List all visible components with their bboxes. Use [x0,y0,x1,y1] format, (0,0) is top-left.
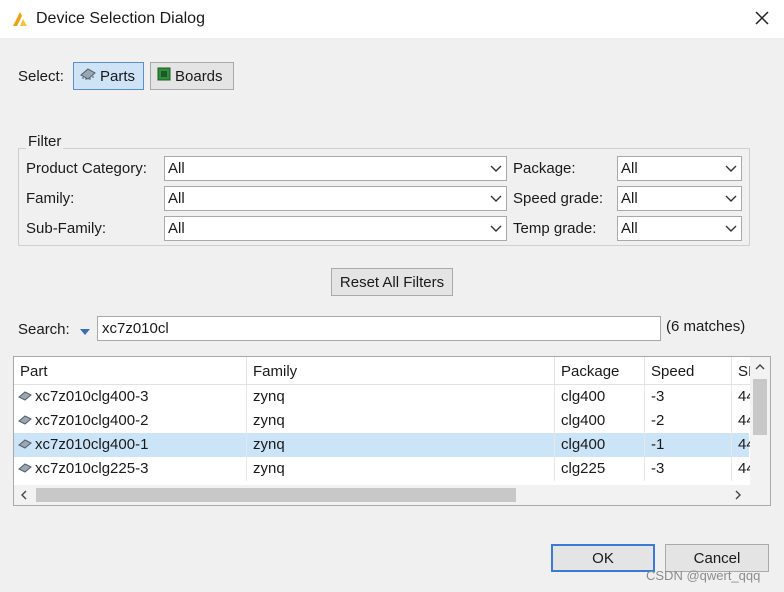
family-value: All [168,190,185,207]
speed-grade-label: Speed grade: [513,190,604,207]
chip-icon [18,461,32,473]
column-header-speed[interactable]: Speed [645,357,732,385]
search-options-dropdown-icon[interactable] [79,324,91,335]
parts-label: Parts [100,67,136,85]
family-cell: zynq [247,409,555,433]
close-icon[interactable] [748,4,776,32]
si-cell: 44 [738,412,750,429]
select-label: Select: [18,68,64,85]
table-row[interactable]: xc7z010clg225-3 zynq clg225 -3 44 [14,457,750,481]
product-category-value: All [168,160,185,177]
package-value: All [621,160,638,177]
speed-grade-value: All [621,190,638,207]
chevron-down-icon [486,187,506,210]
parts-table: Part Family Package Speed SI xc7z010clg4… [13,356,771,506]
ok-button[interactable]: OK [551,544,655,572]
chevron-down-icon [721,217,741,240]
boards-label: Boards [175,67,223,85]
match-count: (6 matches) [666,318,746,335]
sub-family-value: All [168,220,185,237]
speed-cell: -2 [645,409,732,433]
chip-icon [18,389,32,401]
boards-toggle-button[interactable]: Boards [150,62,234,90]
horizontal-scrollbar[interactable] [14,485,770,505]
search-input[interactable] [97,316,661,341]
package-cell: clg400 [555,433,645,457]
column-header-part[interactable]: Part [14,357,247,385]
family-cell: zynq [247,433,555,457]
product-category-select[interactable]: All [164,156,507,181]
reset-all-filters-button[interactable]: Reset All Filters [331,268,453,296]
table-header: Part Family Package Speed SI [14,357,754,385]
app-logo-icon [11,10,29,28]
horizontal-scroll-thumb[interactable] [36,488,516,502]
speed-cell: -3 [645,385,732,409]
column-header-package[interactable]: Package [555,357,645,385]
filter-legend: Filter [26,133,64,150]
chevron-down-icon [721,187,741,210]
chevron-down-icon [721,157,741,180]
window-title: Device Selection Dialog [36,10,205,27]
table-row-selected[interactable]: xc7z010clg400-1 zynq clg400 -1 44 [14,433,750,457]
part-name: xc7z010clg400-3 [35,388,149,405]
package-cell: clg400 [555,385,645,409]
family-select[interactable]: All [164,186,507,211]
temp-grade-value: All [621,220,638,237]
parts-toggle-button[interactable]: Parts [73,62,144,90]
si-cell: 44 [738,460,750,477]
table-row[interactable]: xc7z010clg400-2 zynq clg400 -2 44 [14,409,750,433]
part-name: xc7z010clg225-3 [35,460,149,477]
family-label: Family: [26,190,75,207]
search-label: Search: [18,321,70,338]
package-label: Package: [513,160,576,177]
scroll-right-icon[interactable] [730,487,746,503]
package-cell: clg400 [555,409,645,433]
watermark-text: CSDN @qwert_qqq [646,568,761,583]
chip-icon [18,437,32,449]
chip-icon [18,413,32,425]
scroll-left-icon[interactable] [16,487,32,503]
sub-family-label: Sub-Family: [26,220,107,237]
chevron-down-icon [486,217,506,240]
temp-grade-select[interactable]: All [617,216,742,241]
speed-cell: -1 [645,433,732,457]
vertical-scroll-thumb[interactable] [753,379,767,435]
part-name: xc7z010clg400-1 [35,436,149,453]
column-header-family[interactable]: Family [247,357,555,385]
si-cell: 44 [738,436,750,453]
board-icon [157,67,171,85]
chevron-down-icon [486,157,506,180]
sub-family-select[interactable]: All [164,216,507,241]
table-row[interactable]: xc7z010clg400-3 zynq clg400 -3 44 [14,385,750,409]
si-cell: 44 [738,388,750,405]
speed-cell: -3 [645,457,732,481]
family-cell: zynq [247,385,555,409]
vertical-scrollbar[interactable] [750,357,770,487]
product-category-label: Product Category: [26,160,147,177]
speed-grade-select[interactable]: All [617,186,742,211]
chip-icon [80,67,96,85]
package-select[interactable]: All [617,156,742,181]
temp-grade-label: Temp grade: [513,220,597,237]
part-name: xc7z010clg400-2 [35,412,149,429]
package-cell: clg225 [555,457,645,481]
scroll-up-icon[interactable] [752,359,768,375]
family-cell: zynq [247,457,555,481]
